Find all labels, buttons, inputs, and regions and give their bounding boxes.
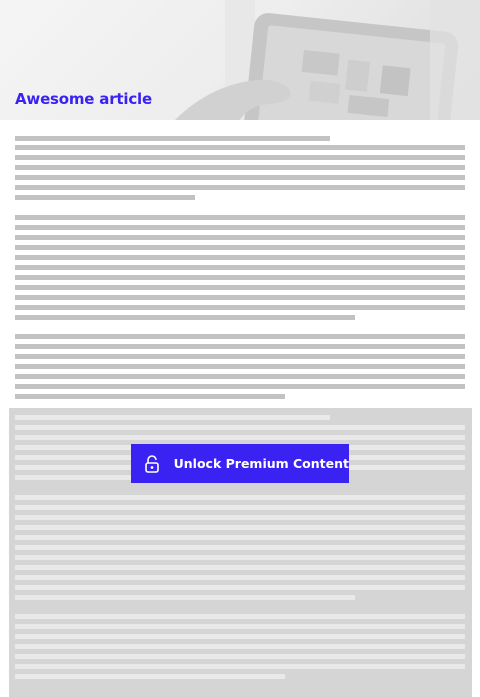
text-line-placeholder bbox=[15, 285, 465, 290]
locked-text-line bbox=[15, 425, 465, 430]
text-line-placeholder bbox=[15, 275, 465, 280]
text-line-placeholder bbox=[15, 225, 465, 230]
locked-text-line bbox=[15, 644, 465, 649]
text-line-placeholder bbox=[15, 334, 465, 339]
text-line-placeholder bbox=[15, 155, 465, 160]
text-line-placeholder bbox=[15, 175, 465, 180]
hero-image: Awesome article bbox=[0, 0, 480, 120]
unlock-premium-label: Unlock Premium Content bbox=[173, 456, 349, 471]
text-line-placeholder bbox=[15, 215, 465, 220]
text-line-placeholder bbox=[15, 315, 355, 320]
locked-text-line bbox=[15, 654, 465, 659]
locked-text-line bbox=[15, 535, 465, 540]
text-line-placeholder bbox=[15, 384, 465, 389]
locked-text-line bbox=[15, 674, 285, 679]
text-line-placeholder bbox=[15, 394, 285, 399]
text-line-placeholder bbox=[15, 185, 465, 190]
text-line-placeholder bbox=[15, 165, 465, 170]
locked-text-line bbox=[15, 495, 465, 500]
locked-text-line bbox=[15, 634, 465, 639]
unlock-premium-button[interactable]: Unlock Premium Content bbox=[131, 444, 349, 483]
locked-text-line bbox=[15, 664, 465, 669]
text-line-placeholder bbox=[15, 374, 465, 379]
locked-text-line bbox=[15, 545, 465, 550]
locked-text-line bbox=[15, 525, 465, 530]
text-line-placeholder bbox=[15, 265, 465, 270]
locked-text-line bbox=[15, 614, 465, 619]
locked-text-line bbox=[15, 565, 465, 570]
text-line-placeholder bbox=[15, 305, 465, 310]
locked-text-line bbox=[15, 575, 465, 580]
locked-text-line bbox=[15, 595, 355, 600]
text-line-placeholder bbox=[15, 145, 465, 150]
text-line-placeholder bbox=[15, 245, 465, 250]
locked-text-line bbox=[15, 585, 465, 590]
text-line-placeholder bbox=[15, 195, 195, 200]
unlock-padlock-icon bbox=[131, 444, 174, 483]
text-line-placeholder bbox=[15, 344, 465, 349]
locked-text-line bbox=[15, 624, 465, 629]
locked-text-line bbox=[15, 555, 465, 560]
article-title: Awesome article bbox=[15, 90, 152, 108]
locked-text-line bbox=[15, 515, 465, 520]
locked-text-line bbox=[15, 435, 465, 440]
text-line-placeholder bbox=[15, 136, 330, 141]
text-line-placeholder bbox=[15, 255, 465, 260]
text-line-placeholder bbox=[15, 354, 465, 359]
text-line-placeholder bbox=[15, 364, 465, 369]
locked-text-line bbox=[15, 505, 465, 510]
locked-text-line bbox=[15, 415, 330, 420]
text-line-placeholder bbox=[15, 235, 465, 240]
text-line-placeholder bbox=[15, 295, 465, 300]
